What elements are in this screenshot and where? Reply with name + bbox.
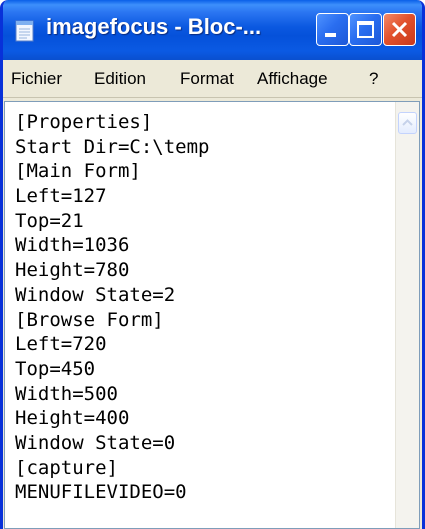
chevron-up-icon [402,119,413,126]
menu-affichage[interactable]: Affichage [257,69,328,89]
window-title: imagefocus - Bloc-... [46,14,262,39]
text-line: Left=127 [15,185,107,208]
notepad-icon[interactable] [14,19,36,43]
vertical-scrollbar[interactable] [395,102,419,528]
scroll-up-button[interactable] [398,112,417,134]
close-icon [391,21,408,38]
menu-format[interactable]: Format [180,69,234,89]
minimize-button[interactable] [316,13,349,46]
text-line: Window State=0 [15,431,176,454]
title-bar[interactable]: imagefocus - Bloc-... [3,0,422,60]
text-line: Height=780 [15,259,130,282]
text-line: Top=450 [15,357,96,380]
text-line: [Main Form] [15,160,141,183]
text-line: Left=720 [15,333,107,356]
maximize-button[interactable] [349,13,382,46]
text-line: [Browse Form] [15,308,164,331]
text-line: MENUFILEVIDEO=0 [15,481,187,504]
menu-help[interactable]: ? [369,69,378,89]
minimize-icon [325,33,336,37]
editor-content[interactable]: [Properties] Start Dir=C:\temp [Main For… [15,110,395,505]
text-line: Width=500 [15,382,118,405]
text-line: [capture] [15,456,118,479]
menu-bar: Fichier Edition Format Affichage ? [3,60,422,98]
text-line: Height=400 [15,407,130,430]
text-editor[interactable]: [Properties] Start Dir=C:\temp [Main For… [4,101,420,529]
menu-fichier[interactable]: Fichier [11,69,62,89]
text-line: Top=21 [15,209,84,232]
text-line: Width=1036 [15,234,130,257]
notepad-window: imagefocus - Bloc-... Fichier Edition Fo… [0,0,425,529]
menu-edition[interactable]: Edition [94,69,146,89]
text-line: Start Dir=C:\temp [15,135,210,158]
text-line: Window State=2 [15,283,176,306]
close-button[interactable] [383,13,416,46]
text-line: [Properties] [15,111,153,133]
maximize-icon [357,21,374,38]
